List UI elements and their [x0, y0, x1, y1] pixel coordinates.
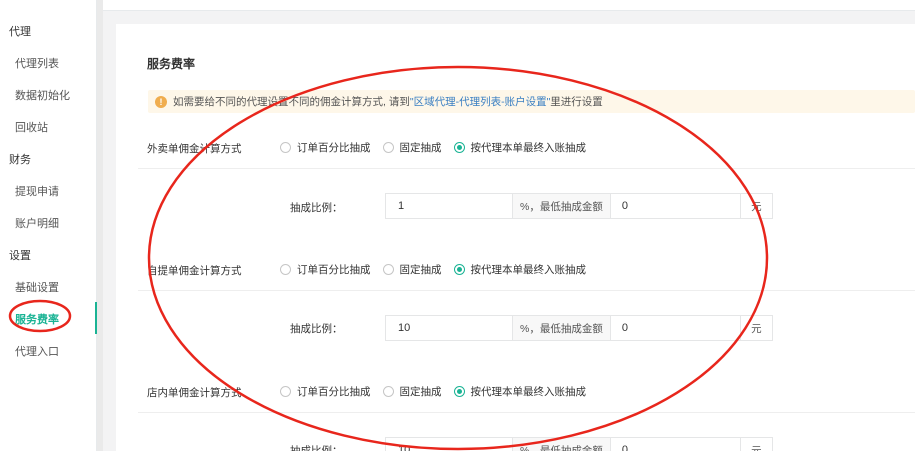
sidebar: 代理 代理列表 数据初始化 回收站 财务 提现申请 账户明细 设置 基础设置 服…: [0, 0, 97, 451]
sidebar-item-basic-settings[interactable]: 基础设置: [15, 279, 59, 295]
notice-bar: ! 如需要给不同的代理设置不同的佣金计算方式, 请到 "区域代理-代理列表-账户…: [148, 90, 915, 113]
radio-dot: [280, 264, 291, 275]
notice-link[interactable]: "区域代理-代理列表-账户设置": [410, 94, 550, 109]
pickup-ratio-input[interactable]: 10: [385, 315, 513, 341]
pickup-radio-fixed[interactable]: 固定抽成: [382, 262, 442, 277]
radio-label: 固定抽成: [399, 142, 442, 154]
takeout-radio-fixed[interactable]: 固定抽成: [382, 140, 442, 155]
pickup-ratio-label: 抽成比例：: [290, 323, 343, 335]
radio-dot-checked: [453, 142, 465, 153]
takeout-ratio-label: 抽成比例：: [290, 202, 343, 214]
radio-dot-checked: [453, 264, 465, 275]
divider: [138, 412, 915, 413]
takeout-commission-radio-group: 订单百分比抽成 固定抽成 按代理本单最终入账抽成: [280, 140, 598, 155]
sidebar-group-finance: 财务: [9, 154, 31, 166]
ratio-addon: %，最低抽成金额: [513, 315, 611, 341]
dinein-ratio-input[interactable]: 10: [385, 437, 513, 451]
pickup-radio-final-income[interactable]: 按代理本单最终入账抽成: [453, 262, 587, 277]
pickup-radio-order-percent[interactable]: 订单百分比抽成: [280, 262, 371, 277]
pickup-commission-radio-group: 订单百分比抽成 固定抽成 按代理本单最终入账抽成: [280, 262, 598, 277]
dinein-radio-final-income[interactable]: 按代理本单最终入账抽成: [453, 384, 587, 399]
dinein-commission-radio-group: 订单百分比抽成 固定抽成 按代理本单最终入账抽成: [280, 384, 598, 399]
notice-text: 如需要给不同的代理设置不同的佣金计算方式, 请到: [173, 96, 410, 108]
page-title: 服务费率: [147, 57, 196, 71]
dinein-commission-label: 店内单佣金计算方式: [147, 387, 242, 399]
radio-label: 按代理本单最终入账抽成: [470, 142, 587, 154]
sidebar-group-agent: 代理: [9, 26, 31, 38]
yuan-addon: 元: [740, 315, 773, 341]
info-icon: !: [155, 95, 167, 108]
radio-label: 按代理本单最终入账抽成: [470, 386, 587, 398]
pickup-commission-label: 自提单佣金计算方式: [147, 265, 242, 277]
radio-dot-checked: [453, 386, 465, 397]
sidebar-item-agent-entry[interactable]: 代理入口: [15, 343, 59, 359]
radio-label: 固定抽成: [399, 386, 442, 398]
sidebar-item-withdraw[interactable]: 提现申请: [15, 183, 59, 199]
dinein-min-amount-input[interactable]: 0: [610, 437, 741, 451]
top-bar: [103, 0, 915, 11]
ratio-addon: %，最低抽成金额: [513, 193, 611, 219]
radio-label: 订单百分比抽成: [297, 142, 371, 154]
takeout-radio-final-income[interactable]: 按代理本单最终入账抽成: [453, 140, 587, 155]
dinein-ratio-label: 抽成比例：: [290, 445, 343, 451]
pickup-min-amount-input[interactable]: 0: [610, 315, 741, 341]
takeout-ratio-input[interactable]: 1: [385, 193, 513, 219]
yuan-addon: 元: [740, 437, 773, 451]
main-panel: 服务费率 ! 如需要给不同的代理设置不同的佣金计算方式, 请到 "区域代理-代理…: [116, 24, 915, 451]
sidebar-item-account-detail[interactable]: 账户明细: [15, 215, 59, 231]
radio-label: 按代理本单最终入账抽成: [470, 264, 587, 276]
radio-label: 订单百分比抽成: [297, 264, 371, 276]
sidebar-item-recycle-bin[interactable]: 回收站: [15, 119, 48, 135]
takeout-commission-label: 外卖单佣金计算方式: [147, 143, 242, 155]
sidebar-item-agent-list[interactable]: 代理列表: [15, 55, 59, 71]
radio-label: 固定抽成: [399, 264, 442, 276]
dinein-ratio-input-group: 10 %，最低抽成金额 0 元: [385, 437, 773, 451]
sidebar-group-settings: 设置: [9, 250, 31, 262]
ratio-addon: %，最低抽成金额: [513, 437, 611, 451]
radio-dot: [280, 386, 291, 397]
dinein-radio-fixed[interactable]: 固定抽成: [382, 384, 442, 399]
takeout-radio-order-percent[interactable]: 订单百分比抽成: [280, 140, 371, 155]
radio-label: 订单百分比抽成: [297, 386, 371, 398]
divider: [138, 290, 915, 291]
dinein-radio-order-percent[interactable]: 订单百分比抽成: [280, 384, 371, 399]
radio-dot: [382, 142, 394, 153]
takeout-ratio-input-group: 1 %，最低抽成金额 0 元: [385, 193, 773, 219]
sidebar-item-service-rate[interactable]: 服务费率: [15, 311, 59, 327]
radio-dot: [382, 386, 394, 397]
radio-dot: [280, 142, 291, 153]
yuan-addon: 元: [740, 193, 773, 219]
takeout-min-amount-input[interactable]: 0: [610, 193, 741, 219]
radio-dot: [382, 264, 394, 275]
divider: [138, 168, 915, 169]
sidebar-item-data-init[interactable]: 数据初始化: [15, 87, 70, 103]
pickup-ratio-input-group: 10 %，最低抽成金额 0 元: [385, 315, 773, 341]
sidebar-scroll-strip: [97, 0, 103, 451]
notice-text-after: 里进行设置: [550, 96, 603, 108]
